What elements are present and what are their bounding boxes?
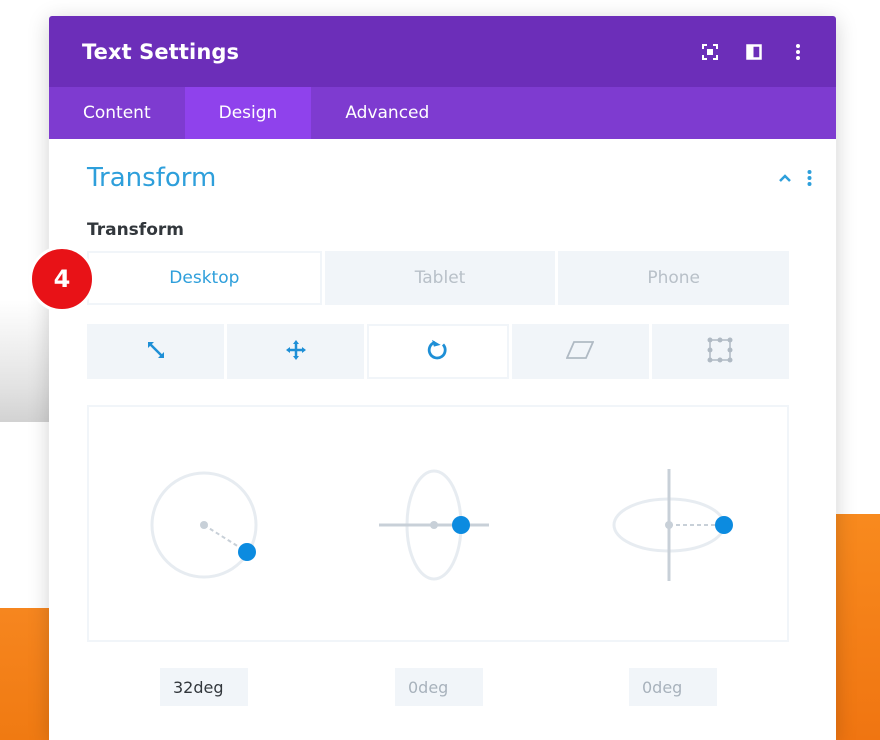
tool-tab-rotate[interactable]: [367, 324, 509, 379]
tool-tab-translate[interactable]: [227, 324, 365, 379]
modal-title: Text Settings: [82, 39, 240, 64]
transform-tool-tabs: [87, 324, 790, 379]
rotation-preview: [87, 405, 789, 642]
transform-section-header[interactable]: Transform: [87, 158, 816, 198]
device-tab-desktop[interactable]: Desktop: [87, 251, 322, 305]
scale-icon: [145, 339, 167, 365]
chevron-up-icon[interactable]: [774, 167, 796, 189]
transform-origin-icon: [707, 337, 733, 367]
tab-content[interactable]: Content: [49, 87, 185, 139]
skew-icon: [565, 340, 595, 363]
tool-tab-scale[interactable]: [87, 324, 225, 379]
modal-tabs: Content Design Advanced: [49, 87, 836, 139]
move-icon: [285, 339, 306, 364]
tab-design[interactable]: Design: [184, 87, 312, 139]
step-number-badge: 4: [29, 246, 95, 312]
section-more-icon[interactable]: [802, 167, 816, 189]
device-tabs: Desktop Tablet Phone: [87, 251, 790, 305]
text-settings-modal: Text Settings Content Design Advanced Tr…: [49, 16, 836, 740]
expand-icon[interactable]: [698, 40, 722, 64]
device-tab-tablet[interactable]: Tablet: [324, 251, 556, 305]
rotate-y-control[interactable]: [612, 469, 733, 581]
modal-header: Text Settings: [49, 16, 836, 87]
background-orange-right: [830, 514, 880, 740]
tool-tab-skew[interactable]: [511, 324, 649, 379]
sidebar-layout-icon[interactable]: [742, 40, 766, 64]
rotate-z-input[interactable]: 32deg: [160, 668, 248, 706]
rotate-y-input[interactable]: 0deg: [629, 668, 717, 706]
section-title: Transform: [87, 163, 217, 193]
rotate-x-control[interactable]: [379, 469, 489, 581]
device-tab-phone[interactable]: Phone: [558, 251, 790, 305]
rotate-x-input[interactable]: 0deg: [395, 668, 483, 706]
rotate-x-handle[interactable]: [452, 516, 470, 534]
rotate-icon: [426, 338, 450, 366]
more-vertical-icon[interactable]: [786, 40, 810, 64]
rotate-z-control[interactable]: [150, 471, 258, 579]
tab-advanced[interactable]: Advanced: [311, 87, 463, 139]
rotate-y-handle[interactable]: [715, 516, 733, 534]
tool-tab-origin[interactable]: [651, 324, 790, 379]
rotate-z-handle[interactable]: [238, 543, 256, 561]
transform-field-label: Transform: [87, 220, 184, 240]
